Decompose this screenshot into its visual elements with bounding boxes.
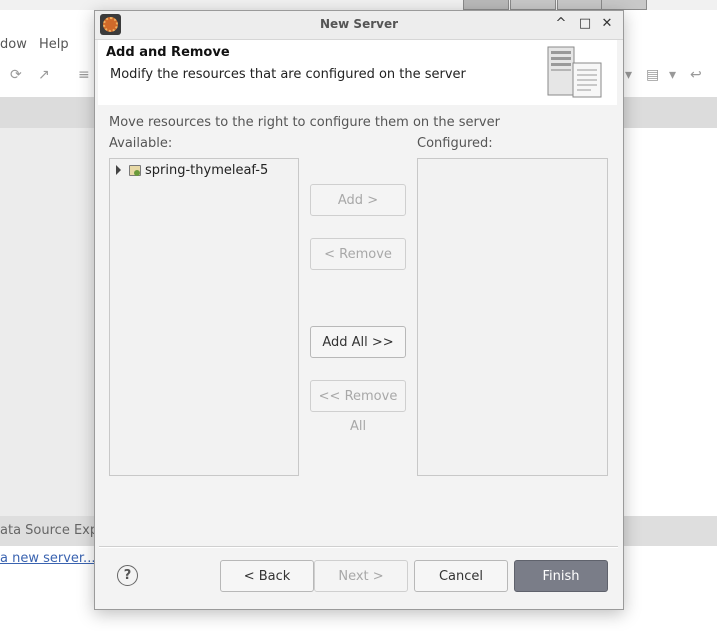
ide-perspective-tab[interactable] (601, 0, 647, 10)
ide-create-server-link[interactable]: a new server... (0, 551, 95, 566)
expand-arrow-icon[interactable] (116, 165, 121, 175)
page-description: Modify the resources that are configured… (110, 67, 466, 82)
ide-top-strip (0, 0, 717, 10)
maximize-button[interactable]: □ (577, 16, 593, 32)
help-icon[interactable]: ? (117, 565, 138, 586)
finish-button[interactable]: Finish (514, 560, 608, 592)
ide-perspective-tab[interactable] (557, 0, 603, 10)
ide-menu-help[interactable]: Help (39, 37, 69, 52)
project-icon (129, 164, 141, 176)
page-title: Add and Remove (106, 45, 230, 60)
ide-toolbar-doc-icon[interactable]: ▤ (646, 67, 659, 83)
instruction-text: Move resources to the right to configure… (109, 115, 500, 130)
dialog-title: New Server (319, 17, 399, 31)
wizard-header: Add and Remove Modify the resources that… (98, 40, 617, 105)
dialog-titlebar[interactable]: New Server ^ □ ✕ (95, 11, 623, 40)
remove-button[interactable]: < Remove (310, 238, 406, 270)
ide-perspective-tab[interactable] (463, 0, 509, 10)
remove-all-button[interactable]: << Remove All (310, 380, 406, 434)
configured-label: Configured: (417, 136, 493, 151)
available-list[interactable]: spring-thymeleaf-5 (109, 158, 299, 476)
add-button[interactable]: Add > (310, 184, 406, 216)
close-button[interactable]: ✕ (599, 16, 615, 32)
ide-toolbar-arrow-icon[interactable]: ↗ (38, 67, 50, 83)
new-server-dialog: New Server ^ □ ✕ Add and Remove Modify t… (94, 10, 624, 610)
ide-menu-window[interactable]: dow (0, 37, 27, 52)
ide-toolbar-refresh-icon[interactable]: ⟳ (10, 67, 22, 83)
next-button[interactable]: Next > (314, 560, 408, 592)
configured-list[interactable] (417, 158, 608, 476)
available-label: Available: (109, 136, 173, 151)
footer-divider (99, 546, 618, 548)
ide-toolbar-back-icon[interactable]: ↩ (690, 67, 702, 83)
ide-toolbar-dropdown-icon[interactable]: ▾ (669, 67, 676, 83)
tree-item-label: spring-thymeleaf-5 (145, 162, 269, 178)
ide-editor-area (0, 128, 95, 516)
server-icon (547, 46, 602, 98)
ide-toolbar-list-icon[interactable]: ≡ (78, 67, 90, 83)
tree-item-project[interactable]: spring-thymeleaf-5 (116, 162, 268, 178)
cancel-button[interactable]: Cancel (414, 560, 508, 592)
minimize-button[interactable]: ^ (553, 16, 569, 32)
ide-perspective-tab[interactable] (510, 0, 556, 10)
ide-toolbar-dropdown-icon[interactable]: ▾ (625, 67, 632, 83)
back-button[interactable]: < Back (220, 560, 314, 592)
add-all-button[interactable]: Add All >> (310, 326, 406, 358)
